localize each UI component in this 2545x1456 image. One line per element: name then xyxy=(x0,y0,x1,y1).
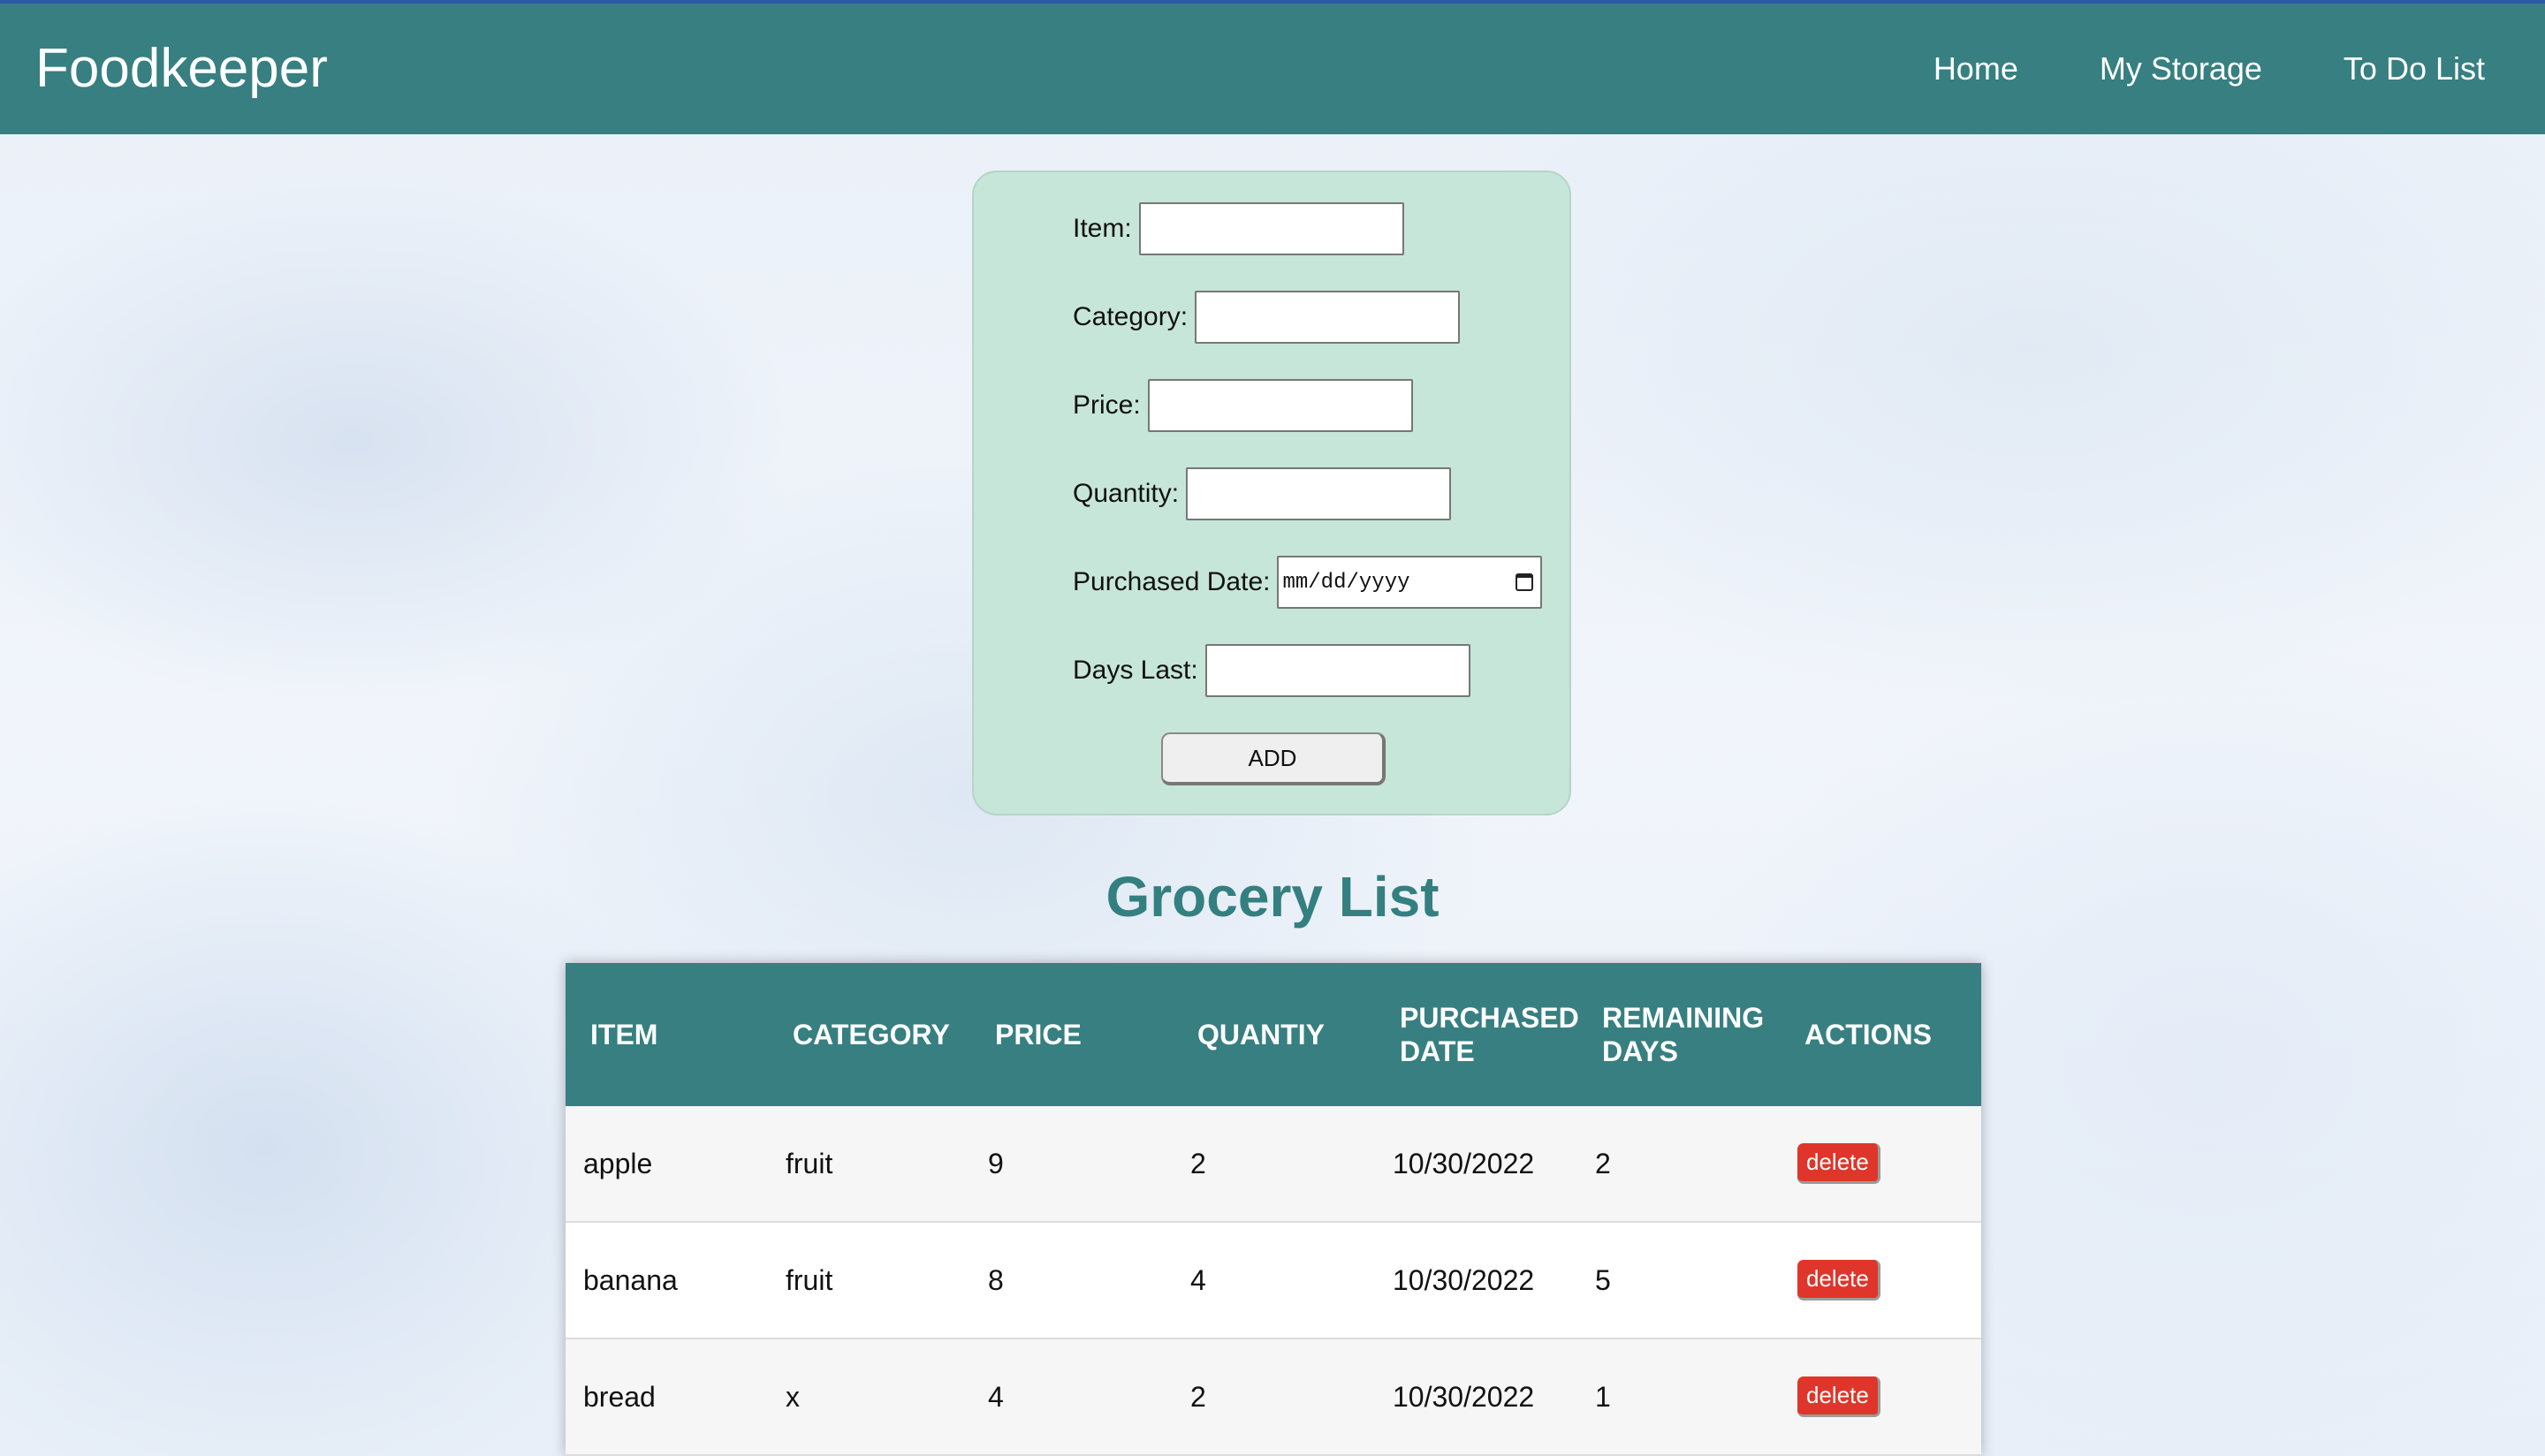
purchased-date-label: Purchased Date: xyxy=(1073,567,1271,596)
cell-price: 4 xyxy=(970,1338,1173,1456)
item-input[interactable] xyxy=(1138,202,1404,255)
category-input[interactable] xyxy=(1195,291,1461,344)
nav-link-my-storage[interactable]: My Storage xyxy=(2100,50,2262,87)
header-quantity: QUANTIY xyxy=(1197,1019,1325,1050)
cell-category: x xyxy=(768,1338,970,1456)
quantity-input[interactable] xyxy=(1186,467,1452,520)
header-actions: ACTIONS xyxy=(1804,1019,1932,1050)
purchased-date-input[interactable]: mm/dd/yyyy xyxy=(1277,556,1543,609)
table-row: apple fruit 9 2 10/30/2022 2 delete xyxy=(566,1106,1981,1223)
cell-purchased-date: 10/30/2022 xyxy=(1375,1338,1577,1456)
cell-item: apple xyxy=(566,1106,768,1223)
calendar-icon[interactable] xyxy=(1516,573,1534,591)
header-purchased-date: PURCHASED DATE xyxy=(1400,1002,1579,1067)
purchased-date-row: Purchased Date: mm/dd/yyyy xyxy=(1073,556,1543,609)
cell-remaining-days: 2 xyxy=(1577,1106,1780,1223)
nav-link-home[interactable]: Home xyxy=(1933,50,2018,87)
add-item-form: Item: Category: Price: Quantity: Purchas… xyxy=(972,171,1571,815)
cell-purchased-date: 10/30/2022 xyxy=(1375,1222,1577,1339)
cell-price: 8 xyxy=(970,1222,1173,1339)
cell-actions: delete xyxy=(1780,1338,1981,1456)
cell-category: fruit xyxy=(768,1222,970,1339)
cell-quantity: 2 xyxy=(1173,1106,1375,1223)
top-accent-line xyxy=(0,0,2545,4)
header-item: ITEM xyxy=(590,1019,658,1050)
cell-remaining-days: 1 xyxy=(1577,1338,1780,1456)
grocery-table-container: ITEM CATEGORY PRICE QUANTIY PURCHASED DA… xyxy=(566,963,1981,1456)
days-last-input[interactable] xyxy=(1204,644,1470,697)
item-row: Item: xyxy=(1073,202,1404,255)
cell-quantity: 4 xyxy=(1173,1222,1375,1339)
delete-button[interactable]: delete xyxy=(1797,1376,1880,1417)
delete-button[interactable]: delete xyxy=(1797,1143,1880,1184)
cell-actions: delete xyxy=(1780,1106,1981,1223)
navbar: Foodkeeper Home My Storage To Do List xyxy=(0,4,2545,134)
date-placeholder: mm/dd/yyyy xyxy=(1282,570,1410,595)
item-label: Item: xyxy=(1073,214,1132,243)
cell-purchased-date: 10/30/2022 xyxy=(1375,1106,1577,1223)
price-row: Price: xyxy=(1073,379,1413,432)
cell-item: bread xyxy=(566,1338,768,1456)
cell-price: 9 xyxy=(970,1106,1173,1223)
price-input[interactable] xyxy=(1147,379,1413,432)
quantity-label: Quantity: xyxy=(1073,479,1180,508)
header-remaining-days: REMAINING DAYS xyxy=(1602,1002,1765,1067)
add-button[interactable]: ADD xyxy=(1161,732,1386,785)
cell-remaining-days: 5 xyxy=(1577,1222,1780,1339)
table-row: banana fruit 8 4 10/30/2022 5 delete xyxy=(566,1222,1981,1339)
nav-link-to-do-list[interactable]: To Do List xyxy=(2344,50,2485,87)
category-row: Category: xyxy=(1073,291,1461,344)
grocery-table: ITEM CATEGORY PRICE QUANTIY PURCHASED DA… xyxy=(566,963,1981,1456)
cell-item: banana xyxy=(566,1222,768,1339)
header-category: CATEGORY xyxy=(793,1019,950,1050)
cell-quantity: 2 xyxy=(1173,1338,1375,1456)
days-last-label: Days Last: xyxy=(1073,656,1198,685)
header-price: PRICE xyxy=(995,1019,1082,1050)
category-label: Category: xyxy=(1073,302,1189,331)
grocery-list-title: Grocery List xyxy=(1105,865,1440,929)
cell-category: fruit xyxy=(768,1106,970,1223)
nav-links: Home My Storage To Do List xyxy=(1933,4,2485,134)
brand-logo[interactable]: Foodkeeper xyxy=(35,4,328,134)
delete-button[interactable]: delete xyxy=(1797,1260,1880,1301)
price-label: Price: xyxy=(1073,391,1141,420)
table-header-row: ITEM CATEGORY PRICE QUANTIY PURCHASED DA… xyxy=(566,963,1981,1106)
quantity-row: Quantity: xyxy=(1073,467,1452,520)
days-last-row: Days Last: xyxy=(1073,644,1470,697)
table-row: bread x 4 2 10/30/2022 1 delete xyxy=(566,1338,1981,1456)
cell-actions: delete xyxy=(1780,1222,1981,1339)
